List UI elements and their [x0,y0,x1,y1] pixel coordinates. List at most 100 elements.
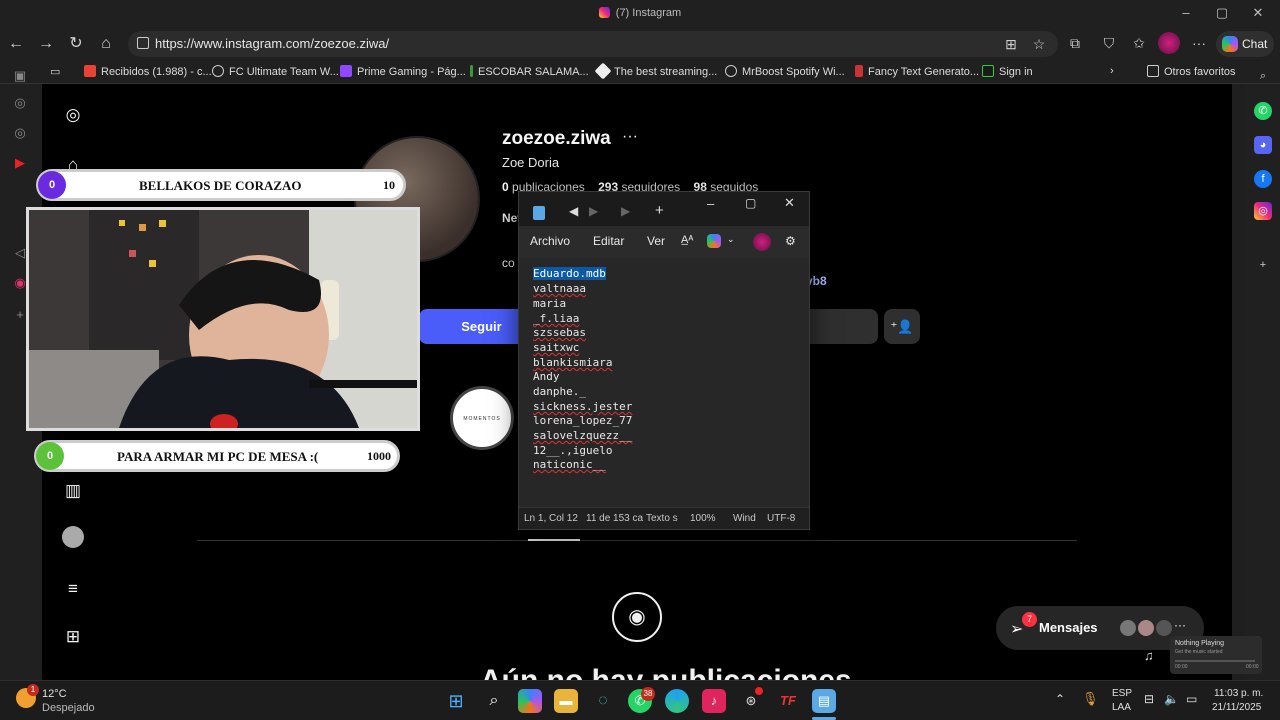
avatar[interactable] [753,233,771,251]
shield-icon[interactable]: ⛉ [1098,32,1120,54]
weather-condition[interactable]: Despejado [42,702,95,714]
copilot-icon[interactable] [518,689,542,713]
story-highlight[interactable]: MOMENTOS [450,386,514,450]
clock-date[interactable]: 21/11/2025 [1212,702,1261,713]
maximize-icon[interactable]: ▢ [745,196,756,210]
youtube-icon[interactable]: ▶ [11,154,29,172]
forward-icon[interactable]: → [36,34,56,54]
other-favorites[interactable]: Otros favoritos [1147,65,1236,78]
search-icon[interactable]: ⌕ [1254,67,1272,85]
profile-icon[interactable] [62,526,84,548]
close-icon[interactable]: ✕ [1248,5,1268,21]
tab-icon[interactable]: ▶ [589,204,598,218]
text-line[interactable]: valtnaaa [533,282,586,295]
minimize-icon[interactable]: – [707,196,714,211]
zoom-level[interactable]: 100% [690,513,716,524]
text-line[interactable]: saitxwc [533,341,579,354]
bookmark-sign-in[interactable]: Sign in [982,65,1033,78]
tab-actions-icon[interactable]: ▣ [11,67,29,85]
copilot-chat-button[interactable]: Chat [1216,31,1274,57]
facebook-icon[interactable]: f [1254,170,1272,188]
add-icon[interactable]: + [1254,256,1272,274]
app-icon[interactable]: TF [776,689,800,713]
settings-gear-icon[interactable]: ⚙ [785,234,796,248]
tiktok-icon[interactable]: ♪ [702,689,726,713]
network-icon[interactable]: ⊟ [1144,692,1154,706]
close-icon[interactable]: ✕ [784,195,795,211]
favorites-icon[interactable]: ✩ [1128,32,1150,54]
bookmark-prime-gaming[interactable]: Prime Gaming - Pág... [340,65,466,78]
tab-posts-indicator[interactable] [528,539,580,541]
notepad-taskbar-icon[interactable]: ▤ [812,689,836,713]
notepad-text-area[interactable]: Eduardo.mdb valtnaaa maria _f.liaa szsse… [519,258,809,507]
text-line[interactable]: salovelzquezz__ [533,429,632,442]
bookmark-fancy-text[interactable]: Fancy Text Generato... [855,65,979,78]
profile-avatar[interactable] [1158,32,1180,54]
text-line[interactable]: 12__.,iguelo [533,444,612,457]
chevron-down-icon[interactable]: ⌄ [727,234,735,245]
bookmark-gmail[interactable]: Recibidos (1.988) - c... [84,65,212,78]
whatsapp-icon[interactable]: ✆ [1254,102,1272,120]
home-icon[interactable]: ⌂ [96,34,116,54]
music-note-icon[interactable]: ♫ [1144,648,1154,663]
text-line[interactable]: danphe._ [533,385,586,398]
more-menu-icon[interactable]: ··· [1188,32,1210,54]
new-tab-icon[interactable]: + [655,202,664,219]
maximize-icon[interactable]: ▢ [1212,5,1232,21]
file-explorer-icon[interactable]: ▬ [554,689,578,713]
more-apps-icon[interactable]: ⊞ [62,626,84,648]
chevron-right-icon[interactable]: › [1110,65,1114,77]
bookmark-mrboost[interactable]: MrBoost Spotify Wi... [725,65,845,78]
address-bar[interactable]: https://www.instagram.com/zoezoe.ziwa/ ⊞… [128,31,1058,57]
tab-scroll-right-icon[interactable]: ▶ [621,204,630,218]
clock-time[interactable]: 11:03 p. m. [1214,688,1263,699]
copilot-icon[interactable] [707,234,721,248]
more-icon[interactable]: ··· [1174,618,1186,632]
text-line[interactable]: sickness.jester [533,400,632,413]
text-line[interactable]: _f.liaa [533,312,579,325]
text-line[interactable]: naticonic__ [533,458,606,471]
globe-icon[interactable]: ◎ [11,94,29,112]
text-line[interactable]: Eduardo.mdb [533,267,606,280]
analytics-icon[interactable]: ▥ [62,480,84,502]
back-icon[interactable]: ← [6,34,26,54]
bookmark-folder-icon[interactable]: ▭ [50,65,60,78]
globe-icon[interactable]: ◎ [11,124,29,142]
search-icon[interactable]: ⌕ [482,689,506,713]
microphone-icon[interactable]: 🎙 [1082,691,1099,707]
text-line[interactable]: Andy [533,370,560,383]
bookmark-streaming[interactable]: The best streaming... [594,62,717,80]
language-indicator[interactable]: ESP [1112,688,1132,699]
instagram-logo-icon[interactable]: ◎ [62,104,84,126]
text-line[interactable]: maria [533,297,566,310]
text-line[interactable]: lorena_lopez_77 [533,414,632,427]
apps-icon[interactable]: ⊞ [1000,33,1022,55]
menu-editar[interactable]: Editar [593,234,624,248]
edge-icon[interactable] [665,689,689,713]
discord-icon[interactable]: ◕ [1254,136,1272,154]
instagram-icon[interactable]: ◎ [1254,202,1272,220]
minimize-icon[interactable]: – [1176,5,1196,20]
bookmark-fc-ultimate[interactable]: FC Ultimate Team W... [212,65,339,78]
profile-options-icon[interactable]: ··· [622,128,638,146]
app-icon[interactable]: ◌ [591,689,615,713]
weather-temp[interactable]: 12°C [42,688,67,700]
menu-icon[interactable]: ≡ [62,578,84,600]
region-indicator[interactable]: LAA [1112,702,1131,713]
url-text[interactable]: https://www.instagram.com/zoezoe.ziwa/ [155,36,389,51]
chevron-up-icon[interactable]: ⌃ [1055,692,1065,706]
reload-icon[interactable]: ↻ [66,34,86,54]
add-user-button[interactable]: ⁺👤 [884,309,920,344]
font-icon[interactable]: A̲ᴬ [681,234,693,246]
tab-scroll-left-icon[interactable]: ◀ [569,204,578,218]
text-line[interactable]: blankismiara [533,356,612,369]
extensions-icon[interactable]: ⧉ [1064,32,1086,54]
favorite-star-icon[interactable]: ☆ [1028,33,1050,55]
text-line[interactable]: szssebas [533,326,586,339]
menu-archivo[interactable]: Archivo [530,234,570,248]
battery-icon[interactable]: ▭ [1186,692,1197,706]
message-button[interactable] [802,309,878,344]
media-widget[interactable]: Nothing Playing Get the music started 00… [1170,636,1262,674]
menu-ver[interactable]: Ver [647,234,665,248]
start-windows-icon[interactable]: ⊞ [444,689,468,713]
